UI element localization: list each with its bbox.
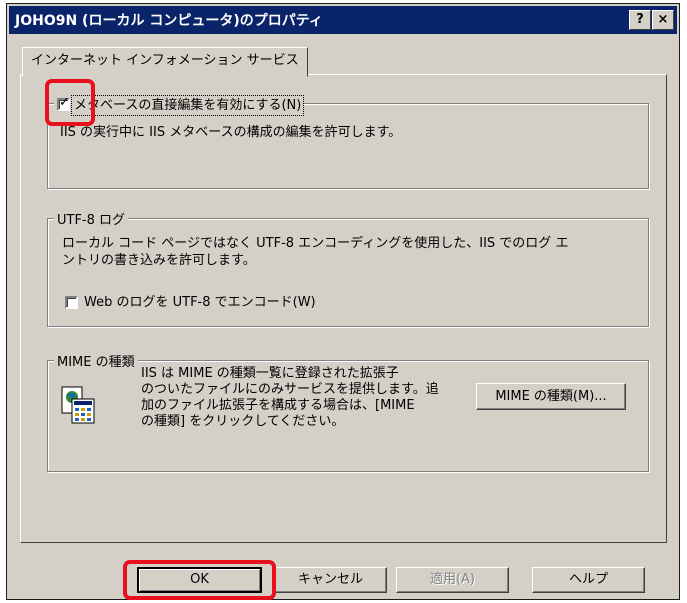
utf8-description-line2: ントリの書き込みを許可します。: [62, 253, 256, 268]
mime-description-line1: IIS は MIME の種類一覧に登録された拡張子: [141, 366, 399, 381]
cancel-button-label: キャンセル: [297, 572, 363, 587]
mime-description-line4: の種類] をクリックしてください。: [141, 414, 345, 429]
metabase-checkbox-label: メタベースの直接編集を有効にする(N): [70, 95, 305, 116]
utf8-group-title: UTF-8 ログ: [54, 209, 129, 228]
utf8-log-group: UTF-8 ログ ローカル コード ページではなく UTF-8 エンコーディング…: [47, 209, 649, 327]
ok-highlight-annotation: [123, 560, 276, 600]
properties-dialog: JOHO9N (ローカル コンピュータ)のプロパティ ? × インターネット イ…: [6, 3, 680, 600]
tab-iis[interactable]: インターネット インフォメーション サービス: [22, 47, 308, 77]
file-types-icon: [61, 386, 95, 424]
apply-button-label: 適用(A): [429, 572, 476, 587]
mime-group-title: MIME の種類: [54, 351, 138, 370]
help-button[interactable]: ヘルプ: [532, 567, 645, 593]
help-button-label: ヘルプ: [568, 572, 608, 587]
mime-types-button[interactable]: MIME の種類(M)...: [476, 383, 626, 410]
mime-description-line2: のついたファイルにのみサービスを提供します。追: [141, 382, 439, 397]
apply-button[interactable]: 適用(A): [396, 567, 509, 593]
help-title-button[interactable]: ?: [629, 10, 651, 30]
utf8-checkbox[interactable]: [65, 296, 78, 309]
metabase-group: ✓ メタベースの直接編集を有効にする(N) IIS の実行中に IIS メタベー…: [47, 94, 649, 189]
window-title: JOHO9N (ローカル コンピュータ)のプロパティ: [15, 13, 323, 29]
tab-panel: ✓ メタベースの直接編集を有効にする(N) IIS の実行中に IIS メタベー…: [20, 74, 667, 543]
close-button[interactable]: ×: [652, 10, 674, 30]
cancel-button[interactable]: キャンセル: [274, 567, 387, 593]
utf8-description-line1: ローカル コード ページではなく UTF-8 エンコーディングを使用した、IIS…: [62, 236, 569, 251]
checkbox-highlight-annotation: [45, 79, 95, 126]
title-bar[interactable]: JOHO9N (ローカル コンピュータ)のプロパティ ? ×: [9, 6, 677, 34]
mime-description-line3: 加のファイル拡張子を構成する場合は、[MIME: [141, 398, 415, 413]
utf8-checkbox-label[interactable]: Web のログを UTF-8 でエンコード(W): [84, 294, 316, 311]
metabase-description: IIS の実行中に IIS メタベースの構成の編集を許可します。: [60, 125, 402, 140]
mime-group: MIME の種類 IIS は MIME の種類一覧に登録された拡張子 のついたフ…: [47, 351, 649, 472]
